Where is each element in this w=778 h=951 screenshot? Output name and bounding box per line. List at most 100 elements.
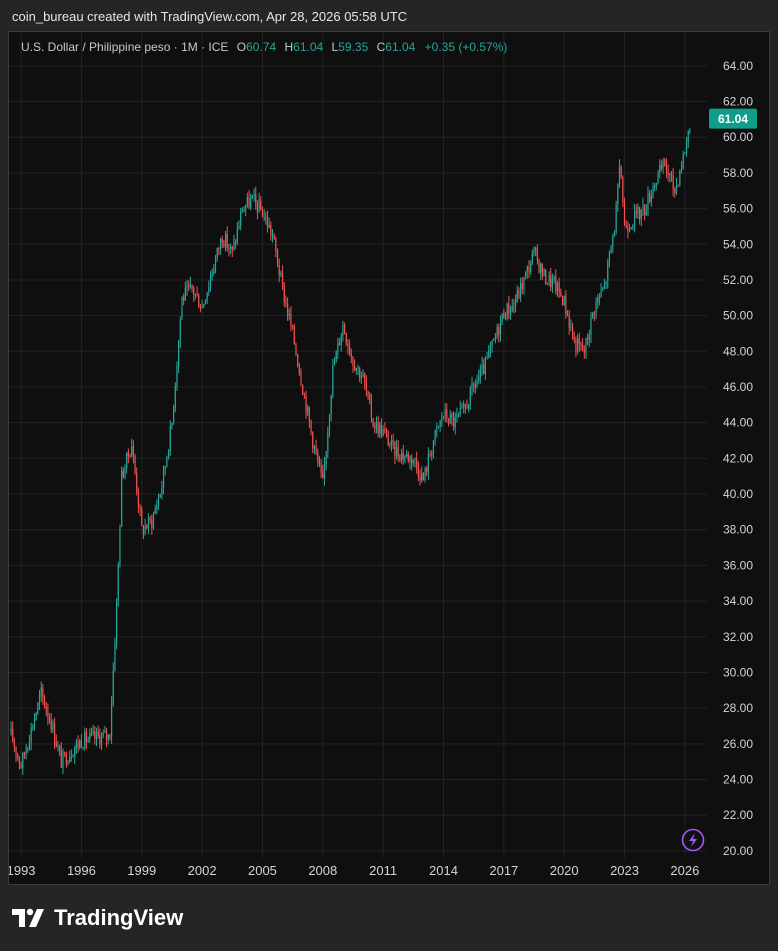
candle-body <box>300 373 302 386</box>
candle-body <box>263 216 265 218</box>
candle-body <box>615 204 617 233</box>
candle-body <box>186 286 188 289</box>
candle-body <box>69 756 71 763</box>
candle-body <box>109 734 111 737</box>
candle-body <box>669 173 671 175</box>
tradingview-brand[interactable]: TradingView <box>12 905 183 931</box>
candle-body <box>600 290 602 297</box>
candle-body <box>439 420 441 427</box>
candle-body <box>43 697 46 708</box>
candle-body <box>38 696 41 703</box>
candle-body <box>80 740 83 748</box>
candle-body <box>275 238 277 252</box>
candle-body <box>147 517 150 529</box>
x-tick-label: 2014 <box>429 863 458 878</box>
candle-body <box>640 209 642 219</box>
candle-body <box>444 409 446 416</box>
candle-body <box>550 275 552 287</box>
chart-panel[interactable]: 64.00 62.00 60.00 58.00 56.00 54.00 52.00 50.00… <box>8 31 770 885</box>
lightning-icon[interactable] <box>681 828 705 852</box>
candle-body <box>343 324 346 334</box>
candle-body <box>251 194 253 199</box>
candle-body <box>365 382 367 392</box>
candle-body <box>630 228 632 230</box>
candle-body <box>236 228 238 243</box>
y-tick-label: 34.00 <box>723 594 753 608</box>
candle-body <box>509 311 512 315</box>
candle-body <box>265 216 267 218</box>
candle-body <box>689 130 691 132</box>
candle-body <box>590 317 592 336</box>
candle-body <box>494 336 497 340</box>
candle-body <box>276 251 279 266</box>
candle-body <box>387 433 389 446</box>
candle-body <box>650 196 652 202</box>
y-tick-label: 30.00 <box>723 665 753 679</box>
candle-body <box>687 131 689 143</box>
price-chart[interactable]: 64.00 62.00 60.00 58.00 56.00 54.00 52.00 50.00… <box>9 32 771 886</box>
candle-body <box>79 740 81 748</box>
candle-body <box>457 413 460 415</box>
candle-body <box>204 301 207 304</box>
candle-body <box>655 182 657 186</box>
candle-body <box>409 456 411 462</box>
candle-body <box>618 166 621 185</box>
candle-body <box>620 166 622 178</box>
candle-body <box>357 367 359 369</box>
candle-body <box>463 404 465 408</box>
tradingview-wordmark: TradingView <box>54 905 184 930</box>
candle-body <box>161 487 163 494</box>
candle-body <box>75 742 77 749</box>
candle-body <box>607 261 609 281</box>
candle-body <box>662 160 664 169</box>
candle-body <box>208 286 210 293</box>
candle-body <box>519 282 522 298</box>
candle-body <box>422 473 424 481</box>
candle-body <box>283 284 285 302</box>
y-tick-label: 32.00 <box>723 630 753 644</box>
candle-body <box>659 165 661 174</box>
candle-body <box>211 274 213 278</box>
candle-body <box>347 343 349 347</box>
candle-body <box>623 202 626 226</box>
candle-body <box>20 763 22 769</box>
candle-body <box>206 292 208 302</box>
candle-body <box>642 205 644 210</box>
candle-body <box>157 497 160 506</box>
y-tick-label: 58.00 <box>723 166 753 180</box>
candle-body <box>354 365 356 371</box>
candle-body <box>178 340 180 366</box>
candle-body <box>451 414 453 418</box>
candle-body <box>216 248 218 259</box>
open-value: 60.74 <box>246 40 277 54</box>
candle-body <box>260 200 262 210</box>
candle-body <box>506 303 508 319</box>
candle-body <box>298 366 300 374</box>
candle-body <box>322 472 324 479</box>
candle-body <box>198 295 200 308</box>
candle-body <box>468 404 470 409</box>
candle-body <box>297 354 299 367</box>
candle-body <box>302 385 304 395</box>
candle-body <box>18 756 20 764</box>
candle-body <box>303 394 305 396</box>
candle-body <box>493 339 495 341</box>
candle-body <box>102 732 104 736</box>
candle-body <box>181 296 183 320</box>
x-tick-label: 2026 <box>670 863 699 878</box>
candle-body <box>471 383 473 388</box>
candle-body <box>235 241 237 243</box>
change-value: +0.35 (+0.57%) <box>424 40 508 54</box>
candle-body <box>121 470 123 527</box>
candle-body <box>575 339 577 352</box>
y-tick-label: 22.00 <box>723 808 753 822</box>
candle-body <box>385 430 388 434</box>
candle-body <box>613 232 616 237</box>
y-tick-label: 44.00 <box>723 416 753 430</box>
candle-body <box>184 288 186 301</box>
candle-body <box>432 441 435 454</box>
y-tick-label: 26.00 <box>723 737 753 751</box>
candle-body <box>454 416 456 428</box>
candle-body <box>84 731 86 748</box>
candle-body <box>214 258 217 270</box>
